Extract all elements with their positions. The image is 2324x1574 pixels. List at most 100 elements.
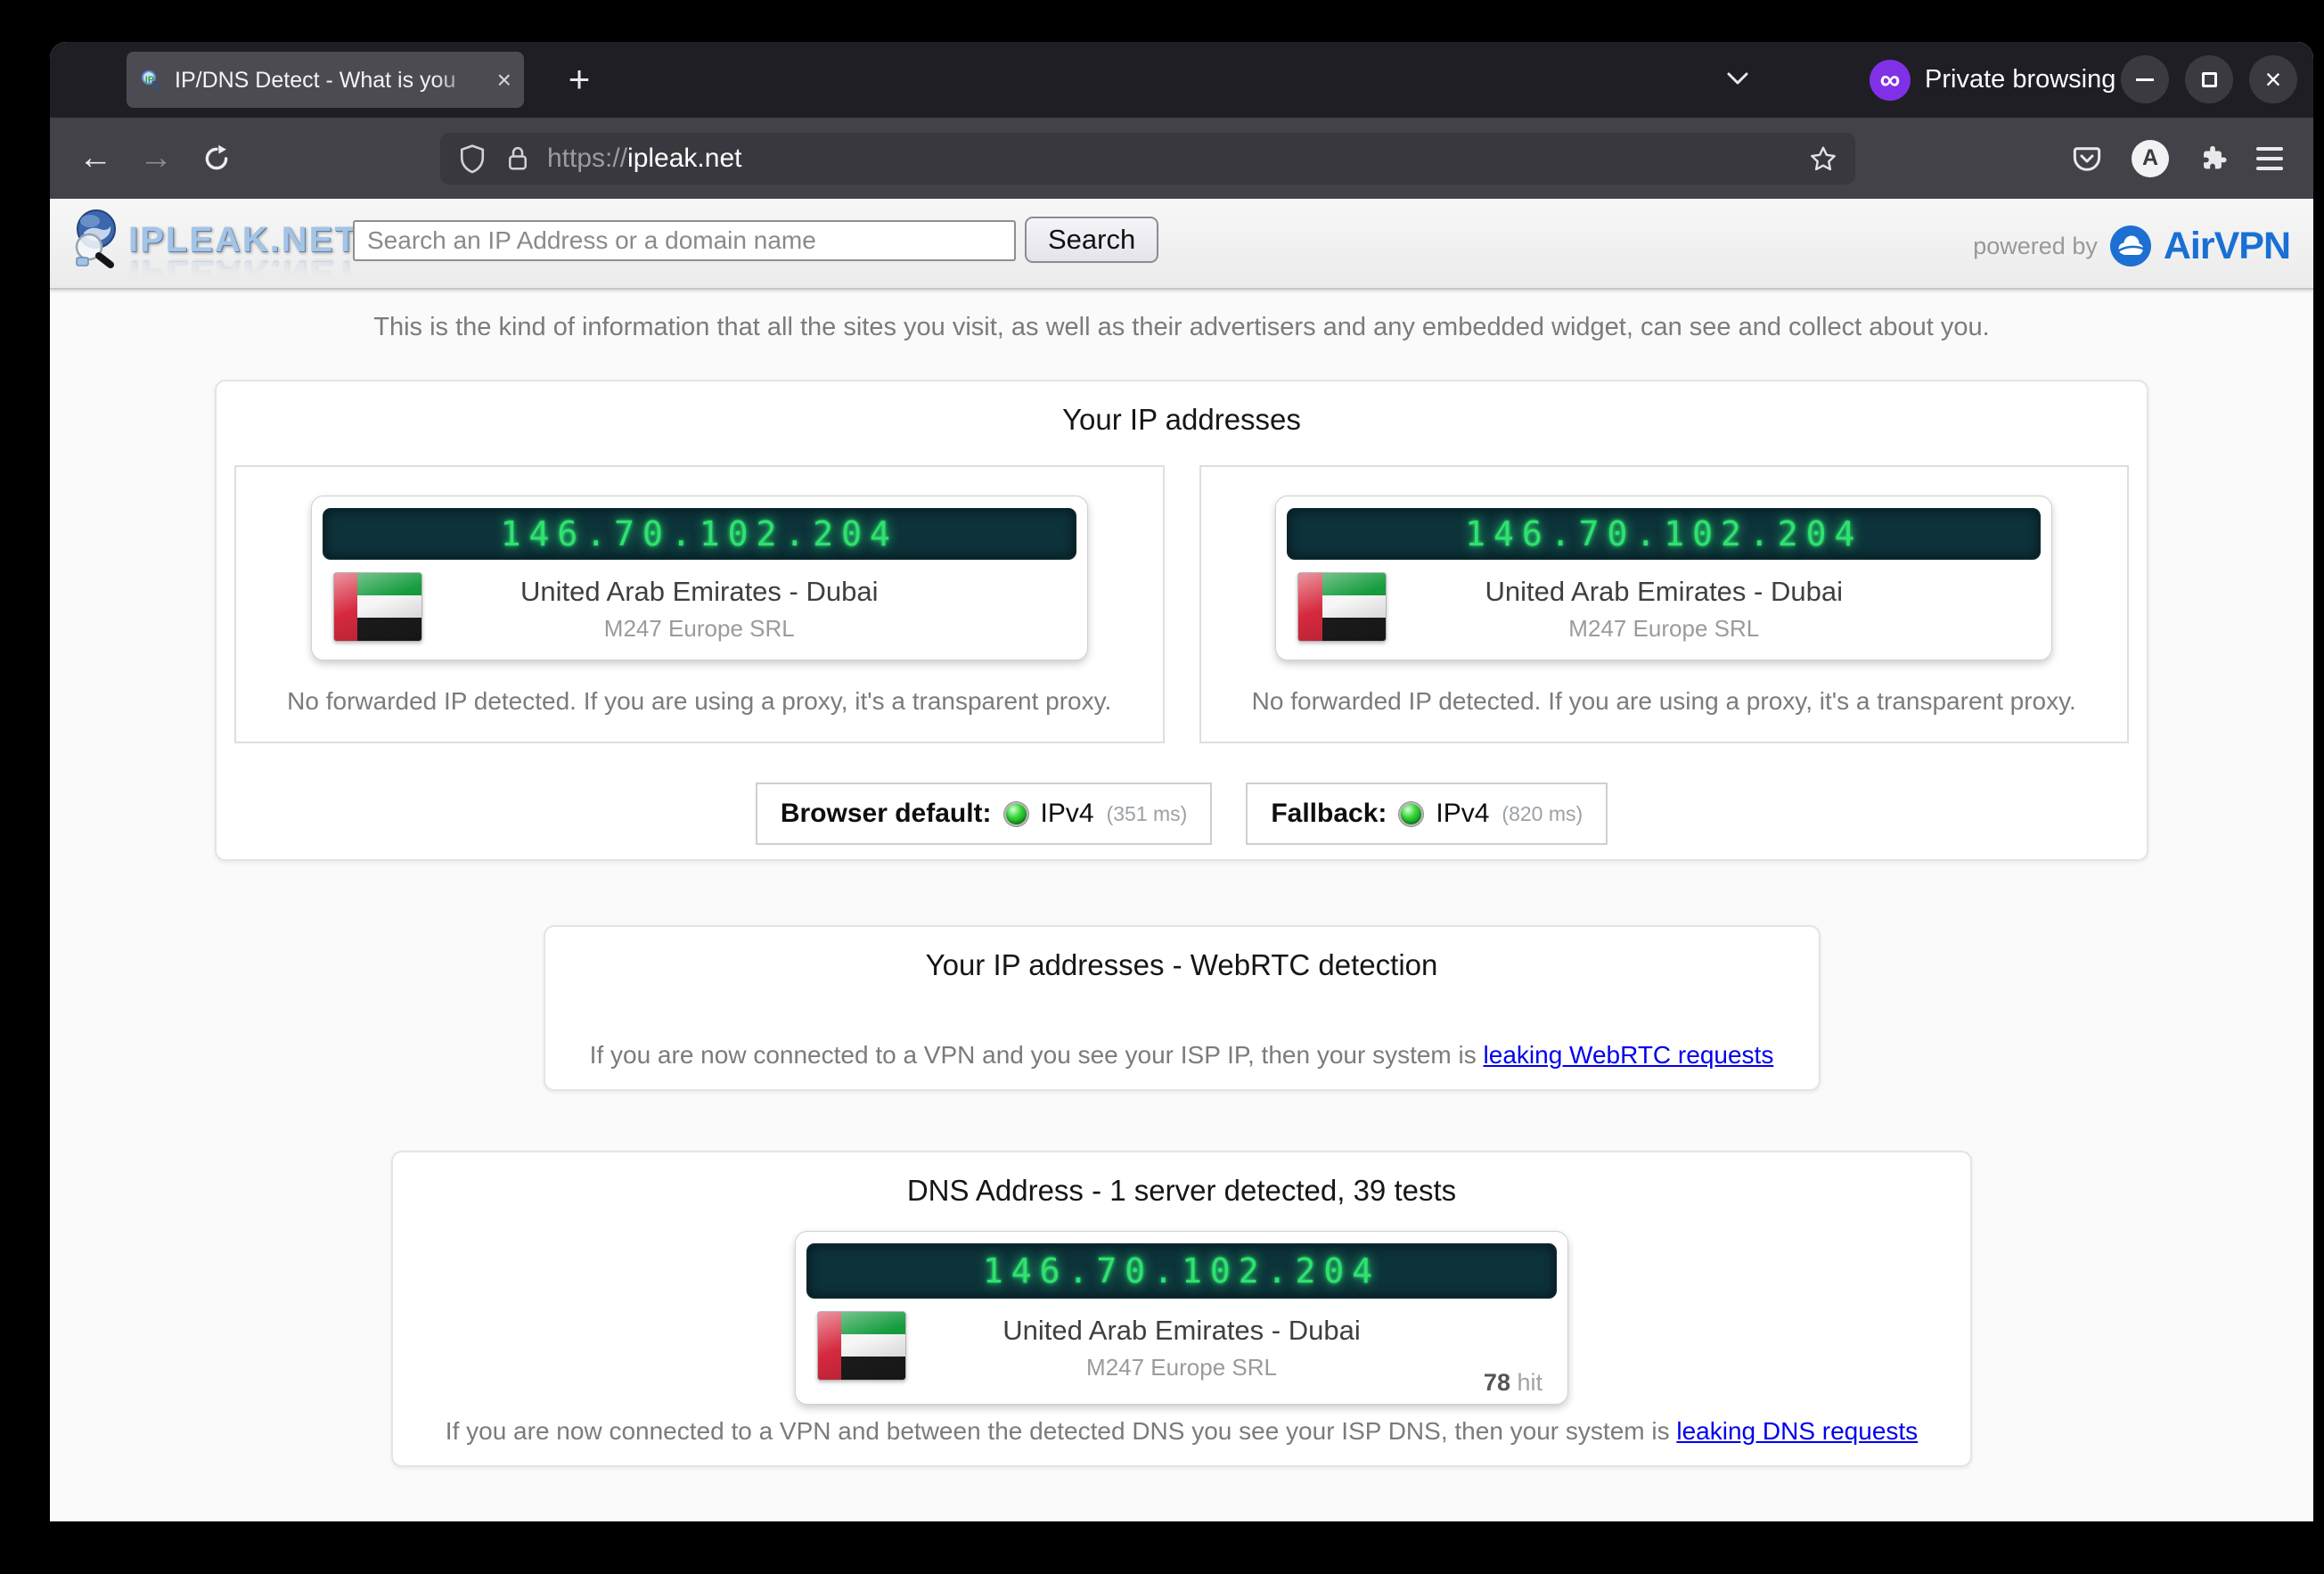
url-host: ipleak.net (627, 143, 741, 173)
ip-addresses-card: Your IP addresses 146.70.102.204 United … (215, 380, 2148, 861)
ip-lcd: 146.70.102.204 (1287, 508, 2041, 560)
browser-default-badge: Browser default: IPv4 (351 ms) (756, 783, 1213, 845)
reload-button[interactable] (191, 133, 242, 184)
globe-magnifier-icon (70, 206, 125, 268)
ip-panel-fallback: 146.70.102.204 United Arab Emirates - Du… (1199, 465, 2130, 743)
logo-text-wrap: IPLEAK.NET IPLEAK.NET (128, 224, 358, 290)
extensions-puzzle-icon[interactable] (2197, 143, 2228, 174)
powered-by-block: powered by AirVPN (1973, 224, 2290, 268)
svg-text:IP: IP (145, 75, 154, 86)
proxy-note: No forwarded IP detected. If you are usi… (1201, 687, 2128, 716)
uae-flag-icon (333, 572, 422, 642)
badge-latency: (820 ms) (1502, 802, 1583, 826)
search-button[interactable]: Search (1025, 217, 1158, 263)
green-led-icon (1399, 802, 1423, 826)
fallback-badge: Fallback: IPv4 (820 ms) (1246, 783, 1608, 845)
dns-lcd: 146.70.102.204 (806, 1243, 1557, 1299)
dns-leak-link[interactable]: leaking DNS requests (1676, 1417, 1918, 1445)
isp-label: M247 Europe SRL (323, 615, 1076, 643)
minimize-button[interactable] (2121, 55, 2169, 103)
country-label: United Arab Emirates - Dubai (1287, 570, 2041, 608)
powered-by-label: powered by (1973, 233, 2098, 260)
private-mask-icon: ∞ (1870, 60, 1911, 101)
isp-label: M247 Europe SRL (1287, 615, 2041, 643)
close-button[interactable]: × (2249, 55, 2297, 103)
tab-favicon-icon: IP (139, 68, 164, 93)
close-icon: × (2265, 65, 2282, 94)
dns-ip-value: 146.70.102.204 (983, 1251, 1380, 1291)
pocket-icon[interactable] (2071, 143, 2103, 175)
ip-panel-default: 146.70.102.204 United Arab Emirates - Du… (234, 465, 1165, 743)
logo-text: IPLEAK.NET (128, 224, 358, 256)
badge-value: IPv4 (1041, 799, 1094, 829)
webrtc-leak-link[interactable]: leaking WebRTC requests (1484, 1041, 1774, 1069)
search-form: Search (353, 217, 1158, 263)
window-controls: × (2121, 55, 2297, 103)
site-header: IPLEAK.NET IPLEAK.NET Search powered by (50, 199, 2313, 290)
badge-label: Browser default: (781, 799, 992, 829)
private-browsing-label: Private browsing (1925, 65, 2115, 94)
hit-label: hit (1510, 1369, 1543, 1396)
back-button[interactable]: ← (70, 133, 121, 184)
account-icon[interactable]: A (2132, 140, 2169, 177)
dns-hit-counter: 78 hit (1484, 1369, 1543, 1397)
badge-latency: (351 ms) (1107, 802, 1188, 826)
ip-panels: 146.70.102.204 United Arab Emirates - Du… (234, 465, 2129, 743)
tab-title-fade (433, 65, 490, 95)
uae-flag-icon (1297, 572, 1387, 642)
badge-label: Fallback: (1271, 799, 1387, 829)
ip-value: 146.70.102.204 (1465, 514, 1862, 553)
dns-server-card: 146.70.102.204 United Arab Emirates - Du… (795, 1231, 1568, 1405)
tracking-shield-icon[interactable] (458, 143, 487, 174)
private-browsing-badge: ∞ Private browsing (1870, 42, 2115, 118)
forward-button[interactable]: → (130, 133, 182, 184)
webrtc-leak-text: If you are now connected to a VPN and yo… (545, 1041, 1819, 1070)
uae-flag-icon (817, 1311, 906, 1381)
proxy-note: No forwarded IP detected. If you are usi… (236, 687, 1163, 716)
dns-isp-label: M247 Europe SRL (806, 1354, 1557, 1381)
webrtc-card: Your IP addresses - WebRTC detection If … (544, 925, 1821, 1091)
airvpn-brand[interactable]: AirVPN (2164, 225, 2290, 268)
minimize-icon (2136, 78, 2154, 81)
menu-hamburger-icon[interactable] (2256, 147, 2283, 170)
server-card: 146.70.102.204 United Arab Emirates - Du… (311, 496, 1088, 660)
dns-title: DNS Address - 1 server detected, 39 test… (393, 1152, 1970, 1208)
titlebar: IP IP/DNS Detect - What is you × + ∞ Pri… (50, 42, 2313, 118)
geo-block: United Arab Emirates - Dubai M247 Europe… (323, 570, 1076, 647)
dns-geo-block: United Arab Emirates - Dubai M247 Europe… (806, 1309, 1557, 1395)
page-content: IPLEAK.NET IPLEAK.NET Search powered by (50, 199, 2313, 1521)
dns-leak-text: If you are now connected to a VPN and be… (393, 1417, 1970, 1446)
ip-card-title: Your IP addresses (217, 381, 2147, 437)
maximize-button[interactable] (2185, 55, 2233, 103)
url-bar[interactable]: https://ipleak.net (440, 133, 1855, 184)
logo-reflection: IPLEAK.NET (128, 258, 358, 290)
ip-value: 146.70.102.204 (501, 514, 898, 553)
url-scheme: https:// (547, 143, 627, 173)
geo-block: United Arab Emirates - Dubai M247 Europe… (1287, 570, 2041, 647)
airvpn-cloud-icon[interactable] (2108, 224, 2153, 268)
nav-toolbar: ← → https://ipleak.net (50, 118, 2313, 199)
browser-tab[interactable]: IP IP/DNS Detect - What is you × (127, 52, 524, 108)
intro-text: This is the kind of information that all… (50, 313, 2313, 342)
new-tab-button[interactable]: + (554, 54, 604, 104)
ip-lcd: 146.70.102.204 (323, 508, 1076, 560)
dns-text: If you are now connected to a VPN and be… (446, 1417, 1677, 1445)
protocol-badges: Browser default: IPv4 (351 ms) Fallback:… (217, 783, 2147, 845)
browser-window: IP IP/DNS Detect - What is you × + ∞ Pri… (50, 42, 2313, 1521)
country-label: United Arab Emirates - Dubai (323, 570, 1076, 608)
site-logo[interactable]: IPLEAK.NET IPLEAK.NET (70, 206, 358, 290)
hit-count: 78 (1484, 1369, 1510, 1396)
maximize-icon (2202, 72, 2217, 87)
server-card: 146.70.102.204 United Arab Emirates - Du… (1275, 496, 2052, 660)
lock-icon[interactable] (504, 143, 531, 174)
list-tabs-chevron-icon[interactable] (1723, 67, 1753, 90)
webrtc-text: If you are now connected to a VPN and yo… (590, 1041, 1484, 1069)
url-text[interactable]: https://ipleak.net (547, 143, 1809, 174)
bookmark-star-icon[interactable] (1809, 144, 1837, 173)
tab-close-icon[interactable]: × (497, 68, 511, 93)
reload-icon (201, 143, 232, 174)
search-input[interactable] (353, 220, 1016, 261)
badge-value: IPv4 (1436, 799, 1489, 829)
dns-country-label: United Arab Emirates - Dubai (806, 1309, 1557, 1347)
webrtc-title: Your IP addresses - WebRTC detection (545, 927, 1819, 982)
